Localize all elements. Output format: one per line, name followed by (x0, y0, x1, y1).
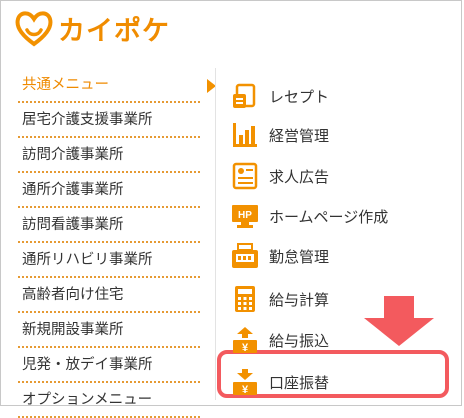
submenu-label: 求人広告 (269, 167, 330, 186)
submenu-label: 口座振替 (269, 373, 330, 392)
header: カイポケ (14, 6, 214, 50)
sidebar-item-options[interactable]: オプションメニュー (18, 383, 200, 418)
submenu-item-receipt[interactable]: レセプト (215, 76, 447, 116)
submenu-label: 給与振込 (269, 331, 330, 350)
yen-mark-text: ¥ (242, 384, 249, 396)
submenu-label: レセプト (269, 87, 330, 106)
submenu-item-job-ad[interactable]: 求人広告 (215, 156, 447, 196)
arrow-down-icon (364, 296, 434, 346)
sidebar-item-home-care-support[interactable]: 居宅介護支援事業所 (18, 103, 200, 138)
brand-name[interactable]: カイポケ (58, 9, 170, 48)
sidebar-item-child-dev[interactable]: 児発・放デイ事業所 (18, 348, 200, 383)
bar-chart-icon (233, 123, 257, 147)
submenu-label: 勤怠管理 (269, 247, 330, 266)
submenu-item-management[interactable]: 経営管理 (215, 115, 447, 155)
sidebar-item-common-menu[interactable]: 共通メニュー (18, 68, 200, 103)
sidebar-item-home-care[interactable]: 訪問介護事業所 (18, 138, 200, 173)
sidebar-item-home-nursing[interactable]: 訪問看護事業所 (18, 208, 200, 243)
submenu-item-attendance[interactable]: 勤怠管理 (215, 236, 447, 276)
heart-logo-icon[interactable] (14, 8, 54, 48)
account-transfer-icon: ¥ (233, 369, 257, 396)
job-ad-icon (232, 162, 258, 190)
sidebar-item-elderly-housing[interactable]: 高齢者向け住宅 (18, 278, 200, 313)
salary-transfer-icon: ¥ (233, 327, 257, 354)
submenu-item-account-transfer[interactable]: ¥ 口座振替 (215, 362, 447, 402)
submenu-label: 経営管理 (269, 126, 330, 145)
submenu-label: 給与計算 (269, 290, 330, 309)
submenu-item-homepage[interactable]: HP ホームページ作成 (215, 196, 447, 236)
time-clock-icon (232, 243, 258, 268)
yen-mark-text: ¥ (242, 342, 249, 354)
receipt-icon (233, 83, 256, 108)
sidebar-item-day-care[interactable]: 通所介護事業所 (18, 173, 200, 208)
sidebar-menu: 共通メニュー 居宅介護支援事業所 訪問介護事業所 通所介護事業所 訪問看護事業所… (18, 68, 200, 418)
sidebar-item-day-rehab[interactable]: 通所リハビリ事業所 (18, 243, 200, 278)
submenu-label: ホームページ作成 (269, 207, 389, 226)
hp-badge-text: HP (238, 210, 252, 221)
homepage-icon: HP (232, 205, 258, 228)
sidebar-item-new-office[interactable]: 新規開設事業所 (18, 313, 200, 348)
calculator-icon (235, 286, 255, 312)
